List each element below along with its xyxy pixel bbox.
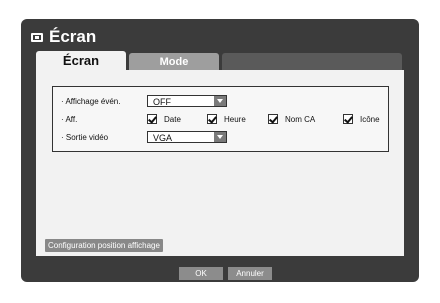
cancel-button[interactable]: Annuler xyxy=(228,267,272,280)
video-output-select[interactable]: VGA xyxy=(147,131,227,143)
event-display-select[interactable]: OFF xyxy=(147,95,227,107)
screen-settings-window: Écran Écran Mode · Affichage évén. OFF ·… xyxy=(21,19,419,282)
heure-label: Heure xyxy=(224,114,246,124)
chevron-down-icon xyxy=(214,96,226,106)
display-row: · Aff. Date Heure Nom CA Icône xyxy=(61,112,380,126)
nom-ca-label: Nom CA xyxy=(285,114,316,124)
window-title: Écran xyxy=(49,27,97,46)
date-checkbox[interactable] xyxy=(147,114,157,124)
icone-checkbox[interactable] xyxy=(343,114,353,124)
video-output-label: · Sortie vidéo xyxy=(61,132,109,142)
date-label: Date xyxy=(164,114,181,124)
video-output-row: · Sortie vidéo VGA xyxy=(61,130,227,144)
screen-icon xyxy=(31,32,43,42)
nom-ca-option[interactable]: Nom CA xyxy=(268,114,343,124)
display-label: · Aff. xyxy=(61,114,78,124)
video-output-value: VGA xyxy=(153,133,173,143)
config-position-button[interactable]: Configuration position affichage xyxy=(45,239,163,252)
tab-ecran[interactable]: Écran xyxy=(36,51,126,70)
chevron-down-icon xyxy=(214,132,226,142)
settings-panel: · Affichage évén. OFF · Aff. Date Heure xyxy=(36,70,404,256)
event-display-value: OFF xyxy=(153,97,171,107)
ok-button[interactable]: OK xyxy=(179,267,223,280)
heure-option[interactable]: Heure xyxy=(207,114,268,124)
icone-label: Icône xyxy=(360,114,380,124)
event-display-label: · Affichage évén. xyxy=(61,96,121,106)
tab-strip-filler xyxy=(222,53,402,70)
event-display-row: · Affichage évén. OFF xyxy=(61,94,227,108)
tab-mode[interactable]: Mode xyxy=(129,53,219,70)
window-title-bar: Écran xyxy=(31,27,96,47)
icone-option[interactable]: Icône xyxy=(343,114,380,124)
date-option[interactable]: Date xyxy=(147,114,207,124)
heure-checkbox[interactable] xyxy=(207,114,217,124)
settings-box: · Affichage évén. OFF · Aff. Date Heure xyxy=(52,86,389,152)
nom-ca-checkbox[interactable] xyxy=(268,114,278,124)
